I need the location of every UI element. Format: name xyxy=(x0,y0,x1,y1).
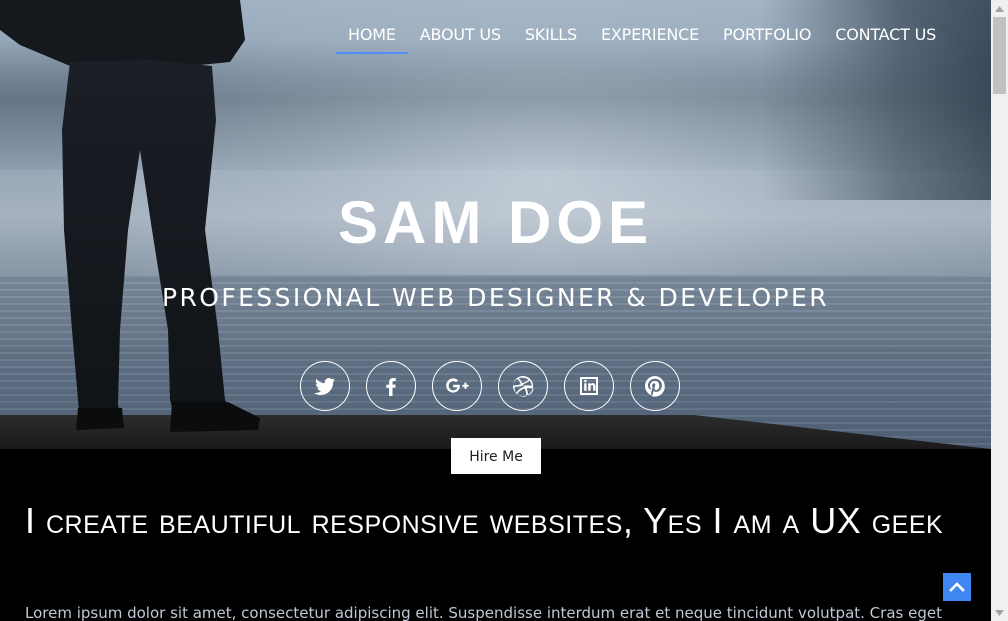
scroll-up-arrow[interactable] xyxy=(991,0,1008,17)
back-to-top-button[interactable] xyxy=(943,573,971,601)
about-body-text: Lorem ipsum dolor sit amet, consectetur … xyxy=(25,604,942,621)
nav-item-home[interactable]: HOME xyxy=(336,18,408,54)
google-plus-link[interactable] xyxy=(432,361,482,411)
triangle-down-icon xyxy=(995,609,1004,616)
vertical-scrollbar[interactable] xyxy=(991,0,1008,621)
hero-subtitle: PROFESSIONAL WEB DESIGNER & DEVELOPER xyxy=(162,283,829,312)
hero-section: HOME ABOUT US SKILLS EXPERIENCE PORTFOLI… xyxy=(0,0,991,449)
hire-me-button[interactable]: Hire Me xyxy=(451,438,541,474)
nav-item-experience[interactable]: EXPERIENCE xyxy=(589,18,711,52)
twitter-icon xyxy=(314,378,335,395)
twitter-link[interactable] xyxy=(300,361,350,411)
facebook-icon xyxy=(386,378,396,396)
scroll-down-arrow[interactable] xyxy=(991,604,1008,621)
chevron-up-icon xyxy=(949,582,965,592)
dribbble-icon xyxy=(512,376,534,397)
nav-item-portfolio[interactable]: PORTFOLIO xyxy=(711,18,823,52)
page: HOME ABOUT US SKILLS EXPERIENCE PORTFOLI… xyxy=(0,0,991,621)
linkedin-link[interactable] xyxy=(564,361,614,411)
google-plus-icon xyxy=(446,378,469,393)
facebook-link[interactable] xyxy=(366,361,416,411)
linkedin-icon xyxy=(580,377,598,395)
nav-item-about-us[interactable]: ABOUT US xyxy=(408,18,513,52)
scrollbar-thumb[interactable] xyxy=(993,17,1006,94)
social-links xyxy=(300,361,680,411)
dribbble-link[interactable] xyxy=(498,361,548,411)
nav-item-skills[interactable]: SKILLS xyxy=(513,18,589,52)
main-nav: HOME ABOUT US SKILLS EXPERIENCE PORTFOLI… xyxy=(336,18,948,54)
triangle-up-icon xyxy=(995,5,1004,12)
about-headline: I create beautiful responsive websites, … xyxy=(25,500,944,541)
pinterest-link[interactable] xyxy=(630,361,680,411)
nav-item-contact-us[interactable]: CONTACT US xyxy=(823,18,948,52)
pinterest-icon xyxy=(645,376,665,397)
hero-name: SAM DOE xyxy=(337,189,654,256)
